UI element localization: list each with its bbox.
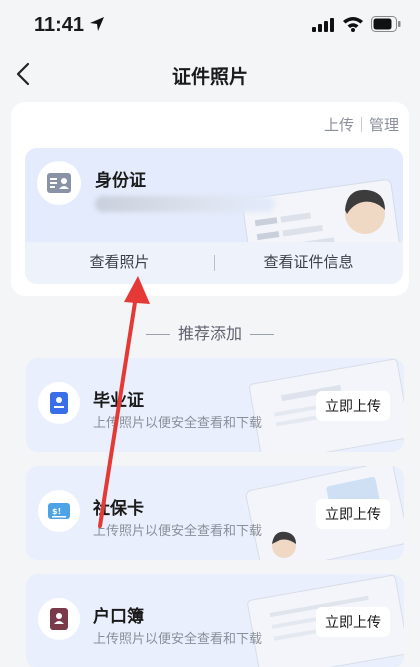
wifi-icon <box>343 17 363 32</box>
blurred-id-number <box>95 196 275 212</box>
recommend-title: 毕业证 <box>93 391 144 410</box>
id-card-actions: 查看照片 查看证件信息 <box>25 242 403 284</box>
recommend-subtitle: 上传照片以便安全查看和下载 <box>93 631 263 646</box>
id-card-icon-wrapper <box>37 161 81 205</box>
page-title: 证件照片 <box>171 67 248 88</box>
id-card-icon <box>47 173 71 193</box>
recommend-card-diploma[interactable]: 毕业证 上传照片以便安全查看和下载 立即上传 <box>26 358 404 452</box>
recommend-card-social-security[interactable]: $! 社保卡 上传照片以便安全查看和下载 立即上传 <box>26 466 404 560</box>
section-title-text: 推荐添加 <box>177 326 242 343</box>
social-security-card-icon: $! <box>48 503 70 519</box>
id-card-item[interactable]: 身份证 查看照片 查看证件信息 <box>25 148 403 284</box>
location-arrow-icon <box>90 17 104 31</box>
document-actions: 上传 管理 <box>324 114 399 135</box>
diploma-icon-wrapper <box>38 382 80 424</box>
view-info-button[interactable]: 查看证件信息 <box>214 242 403 284</box>
divider <box>145 334 170 336</box>
status-time: 11:41 <box>34 14 85 36</box>
diploma-icon <box>50 392 68 414</box>
upload-now-button[interactable]: 立即上传 <box>316 607 390 637</box>
svg-text:$!: $! <box>52 507 61 516</box>
recommend-subtitle: 上传照片以便安全查看和下载 <box>93 523 263 538</box>
household-register-icon <box>50 608 68 630</box>
divider <box>360 117 362 132</box>
section-title: 推荐添加 <box>0 320 420 344</box>
household-icon-wrapper <box>38 598 80 640</box>
social-security-icon-wrapper: $! <box>38 490 80 532</box>
recommend-subtitle: 上传照片以便安全查看和下载 <box>93 415 263 430</box>
recommend-card-household[interactable]: 户口簿 上传照片以便安全查看和下载 立即上传 <box>26 574 404 667</box>
recommend-title: 户口簿 <box>93 607 144 626</box>
divider <box>250 334 274 336</box>
signal-icon <box>312 18 334 32</box>
upload-now-button[interactable]: 立即上传 <box>316 391 390 421</box>
upload-link[interactable]: 上传 <box>324 114 354 135</box>
nav-bar: 证件照片 <box>0 52 420 98</box>
recommend-title: 社保卡 <box>93 499 144 518</box>
upload-now-button[interactable]: 立即上传 <box>316 499 390 529</box>
id-card-title: 身份证 <box>95 171 146 190</box>
view-photo-button[interactable]: 查看照片 <box>25 242 214 284</box>
my-documents-card: 上传 管理 身份证 查看照片 查看证件信息 <box>11 102 409 296</box>
battery-icon <box>371 16 401 32</box>
status-bar: 11:41 <box>0 0 420 52</box>
manage-link[interactable]: 管理 <box>369 114 399 135</box>
